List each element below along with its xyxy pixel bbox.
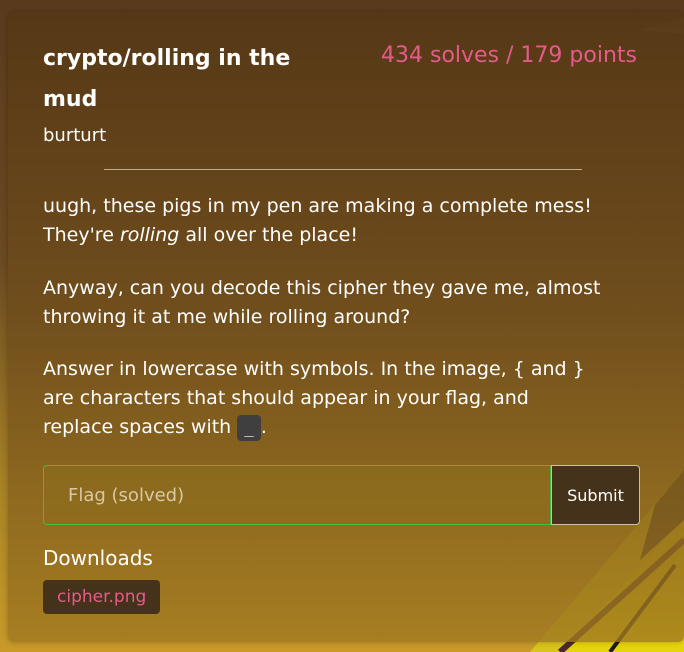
- description-paragraph-2: Anyway, can you decode this cipher they …: [43, 277, 601, 328]
- downloads-heading: Downloads: [43, 546, 153, 570]
- submit-button[interactable]: Submit: [551, 465, 640, 525]
- divider: [104, 169, 582, 170]
- description-text: Answer in lowercase with symbols. In the…: [43, 358, 585, 438]
- description-paragraph-3: Answer in lowercase with symbols. In the…: [43, 355, 603, 442]
- challenge-title: crypto/rolling in the mud: [43, 46, 291, 112]
- description-emphasis: rolling: [119, 224, 180, 246]
- description-paragraph-1: uugh, these pigs in my pen are making a …: [43, 192, 603, 250]
- description-text: all over the place!: [179, 224, 358, 246]
- challenge-author: burturt: [43, 125, 107, 146]
- download-file-link[interactable]: cipher.png: [43, 580, 161, 614]
- solves-points: 434 solves / 179 points: [381, 43, 637, 68]
- flag-input[interactable]: [43, 465, 551, 525]
- inline-code: _: [237, 415, 261, 441]
- description-text: .: [260, 416, 267, 438]
